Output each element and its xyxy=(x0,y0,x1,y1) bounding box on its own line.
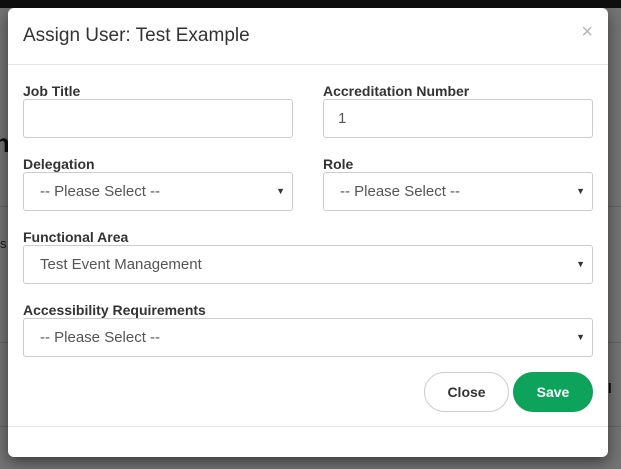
functional-area-label: Functional Area xyxy=(23,229,129,245)
assign-user-modal: Assign User: Test Example × Job Title Ac… xyxy=(8,8,608,457)
modal-footer-divider xyxy=(8,426,608,427)
functional-area-selected-value: Test Event Management xyxy=(40,256,202,273)
delegation-label: Delegation xyxy=(23,156,95,172)
chevron-down-icon: ▼ xyxy=(576,259,585,269)
role-selected-value: -- Please Select -- xyxy=(340,183,461,200)
save-button[interactable]: Save xyxy=(513,372,593,412)
role-select[interactable]: -- Please Select -- ▼ xyxy=(323,172,593,211)
job-title-label: Job Title xyxy=(23,83,81,99)
accessibility-selected-value: -- Please Select -- xyxy=(40,329,161,346)
delegation-selected-value: -- Please Select -- xyxy=(40,183,161,200)
chevron-down-icon: ▼ xyxy=(576,332,585,342)
functional-area-select[interactable]: Test Event Management ▼ xyxy=(23,245,593,284)
accreditation-number-input[interactable] xyxy=(323,99,593,138)
modal-title: Assign User: Test Example xyxy=(23,25,250,46)
close-button[interactable]: Close xyxy=(424,372,509,412)
modal-header: Assign User: Test Example × xyxy=(8,8,608,65)
accreditation-number-label: Accreditation Number xyxy=(323,83,470,99)
role-label: Role xyxy=(323,156,354,172)
accessibility-requirements-select[interactable]: -- Please Select -- ▼ xyxy=(23,318,593,357)
close-icon[interactable]: × xyxy=(581,22,593,42)
job-title-input[interactable] xyxy=(23,99,293,138)
accessibility-requirements-label: Accessibility Requirements xyxy=(23,302,206,318)
chevron-down-icon: ▼ xyxy=(276,186,285,196)
chevron-down-icon: ▼ xyxy=(576,186,585,196)
delegation-select[interactable]: -- Please Select -- ▼ xyxy=(23,172,293,211)
